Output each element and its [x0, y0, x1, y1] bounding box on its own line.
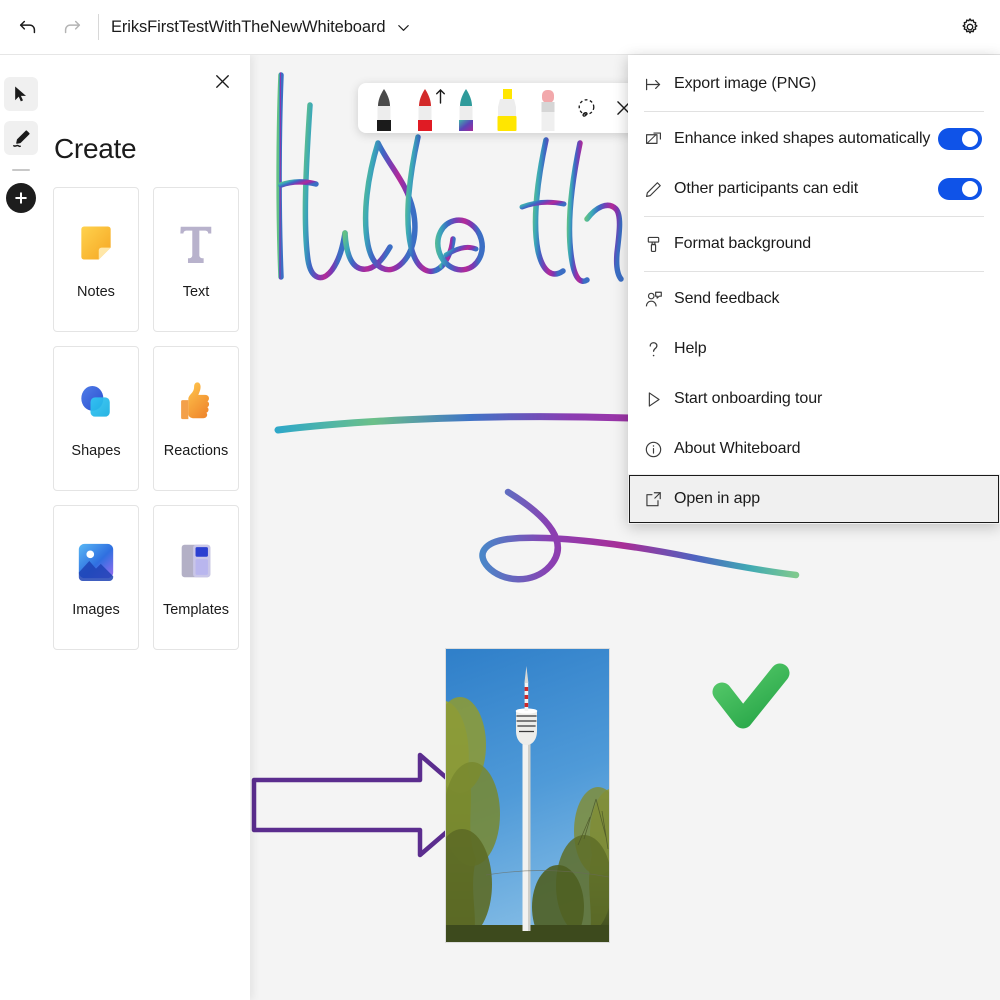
menu-separator — [644, 111, 984, 112]
pen-galaxy[interactable] — [446, 83, 487, 133]
green-check-sticker[interactable] — [722, 673, 780, 719]
menu-item-label: Enhance inked shapes automatically — [674, 130, 938, 148]
undo-icon — [17, 16, 39, 38]
templates-icon — [173, 538, 219, 584]
document-title: EriksFirstTestWithTheNewWhiteboard — [111, 18, 385, 37]
menu-item-label: Help — [674, 340, 982, 358]
create-tile-label: Text — [183, 284, 210, 300]
create-panel: Create Notes — [42, 55, 250, 1000]
pen-icon — [11, 128, 32, 149]
rail-divider — [12, 169, 30, 171]
person-feedback-icon — [644, 290, 674, 309]
pen-icon — [371, 87, 397, 133]
create-tile-text[interactable]: Text — [153, 187, 239, 332]
pen-toolbar — [358, 83, 648, 133]
close-x-icon — [214, 73, 231, 90]
settings-button[interactable] — [948, 5, 992, 49]
toggle-enhance-inked-shapes[interactable] — [938, 128, 982, 150]
text-t-icon — [173, 220, 219, 266]
toggle-knob — [962, 181, 978, 197]
toolbar-divider — [98, 14, 99, 40]
create-tile-grid: Notes Text — [42, 165, 250, 650]
menu-item-export-image[interactable]: Export image (PNG) — [628, 59, 1000, 109]
chevron-down-icon[interactable] — [396, 20, 411, 35]
enhance-shape-icon — [644, 130, 674, 149]
undo-button[interactable] — [6, 5, 50, 49]
menu-item-enhance-inked-shapes[interactable]: Enhance inked shapes automatically — [628, 114, 1000, 164]
menu-item-label: About Whiteboard — [674, 440, 982, 458]
open-external-icon — [644, 490, 674, 509]
menu-item-label: Send feedback — [674, 290, 982, 308]
whiteboard-app: EriksFirstTestWithTheNewWhiteboard — [0, 0, 1000, 1000]
gear-icon — [959, 16, 981, 38]
info-circle-icon — [644, 440, 674, 459]
top-toolbar: EriksFirstTestWithTheNewWhiteboard — [0, 0, 1000, 55]
highlighter-yellow[interactable] — [486, 83, 527, 133]
play-triangle-icon — [644, 390, 674, 409]
create-tile-notes[interactable]: Notes — [53, 187, 139, 332]
create-tile-templates[interactable]: Templates — [153, 505, 239, 650]
menu-item-help[interactable]: Help — [628, 324, 1000, 374]
pen-icon — [453, 87, 479, 133]
menu-item-other-participants-can-edit[interactable]: Other participants can edit — [628, 164, 1000, 214]
create-tile-label: Shapes — [71, 443, 120, 459]
redo-icon — [61, 16, 83, 38]
menu-item-label: Export image (PNG) — [674, 75, 982, 93]
shapes-icon — [73, 379, 119, 425]
menu-item-format-background[interactable]: Format background — [628, 219, 1000, 269]
create-tile-label: Templates — [163, 602, 229, 618]
question-mark-icon — [644, 340, 674, 359]
sticky-note-icon — [73, 220, 119, 266]
toggle-knob — [962, 131, 978, 147]
create-tile-shapes[interactable]: Shapes — [53, 346, 139, 491]
export-arrow-icon — [644, 75, 674, 94]
eraser-icon — [535, 87, 561, 133]
create-panel-close-button[interactable] — [206, 65, 238, 97]
redo-button[interactable] — [50, 5, 94, 49]
menu-separator — [644, 216, 984, 217]
pen-red[interactable] — [405, 83, 446, 133]
create-tile-images[interactable]: Images — [53, 505, 139, 650]
create-tile-reactions[interactable]: Reactions — [153, 346, 239, 491]
sidebar-item-pen[interactable] — [4, 121, 38, 155]
paint-stamp-icon — [644, 235, 674, 254]
menu-separator — [644, 271, 984, 272]
thumbs-up-icon — [173, 379, 219, 425]
cursor-arrow-icon — [11, 84, 31, 104]
pen-black[interactable] — [364, 83, 405, 133]
lasso-select-icon — [575, 97, 598, 120]
menu-item-start-onboarding-tour[interactable]: Start onboarding tour — [628, 374, 1000, 424]
create-tile-label: Images — [72, 602, 120, 618]
menu-item-label: Other participants can edit — [674, 180, 938, 198]
create-tile-label: Reactions — [164, 443, 228, 459]
menu-item-send-feedback[interactable]: Send feedback — [628, 274, 1000, 324]
eraser-pink[interactable] — [527, 83, 568, 133]
menu-item-open-in-app[interactable]: Open in app — [628, 474, 1000, 524]
tv-tower-photo[interactable] — [445, 648, 610, 943]
menu-item-about-whiteboard[interactable]: About Whiteboard — [628, 424, 1000, 474]
menu-item-label: Start onboarding tour — [674, 390, 982, 408]
toggle-other-participants-can-edit[interactable] — [938, 178, 982, 200]
highlighter-icon — [493, 87, 521, 133]
pencil-icon — [644, 180, 674, 199]
create-add-button[interactable] — [6, 183, 36, 213]
tool-rail — [0, 55, 42, 1000]
menu-item-label: Format background — [674, 235, 982, 253]
image-icon — [73, 538, 119, 584]
create-tile-label: Notes — [77, 284, 115, 300]
lasso-select-button[interactable] — [568, 83, 605, 133]
settings-context-menu: Export image (PNG) Enhance inked shapes … — [628, 55, 1000, 524]
menu-item-label: Open in app — [674, 490, 982, 508]
sidebar-item-select[interactable] — [4, 77, 38, 111]
plus-icon — [13, 190, 29, 206]
